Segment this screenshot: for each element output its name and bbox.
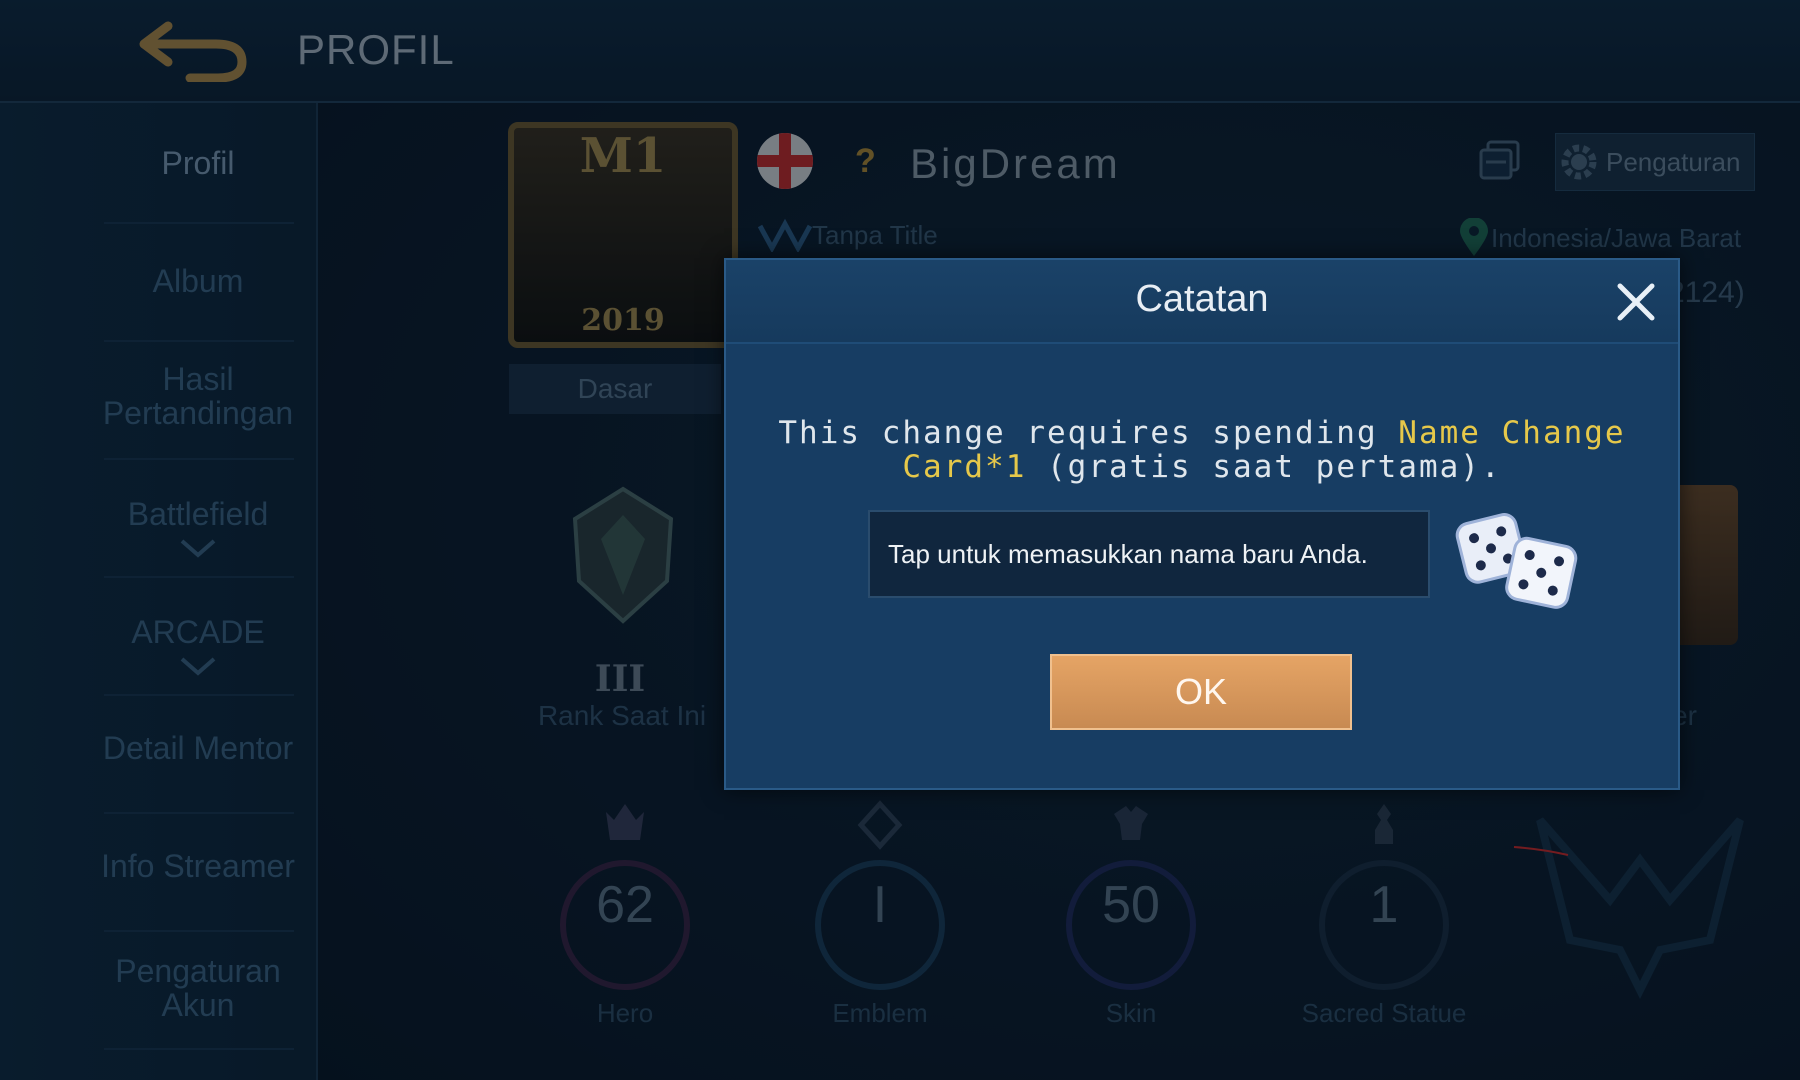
input-placeholder: Tap untuk memasukkan nama baru Anda.: [888, 538, 1368, 569]
ok-button[interactable]: OK: [1050, 654, 1352, 730]
dialog-title: Catatan: [1135, 278, 1269, 320]
close-icon[interactable]: [1612, 278, 1660, 326]
dialog-message: This change requires spending Name Chang…: [766, 416, 1638, 484]
dialog-header: Catatan: [726, 260, 1678, 344]
message-text-end: (gratis saat pertama).: [1026, 449, 1502, 485]
new-name-input[interactable]: Tap untuk memasukkan nama baru Anda.: [868, 510, 1430, 598]
message-text: This change requires spending: [778, 415, 1399, 451]
dice-random-name-icon[interactable]: [1452, 504, 1582, 616]
name-change-dialog: Catatan This change requires spending Na…: [724, 258, 1680, 790]
